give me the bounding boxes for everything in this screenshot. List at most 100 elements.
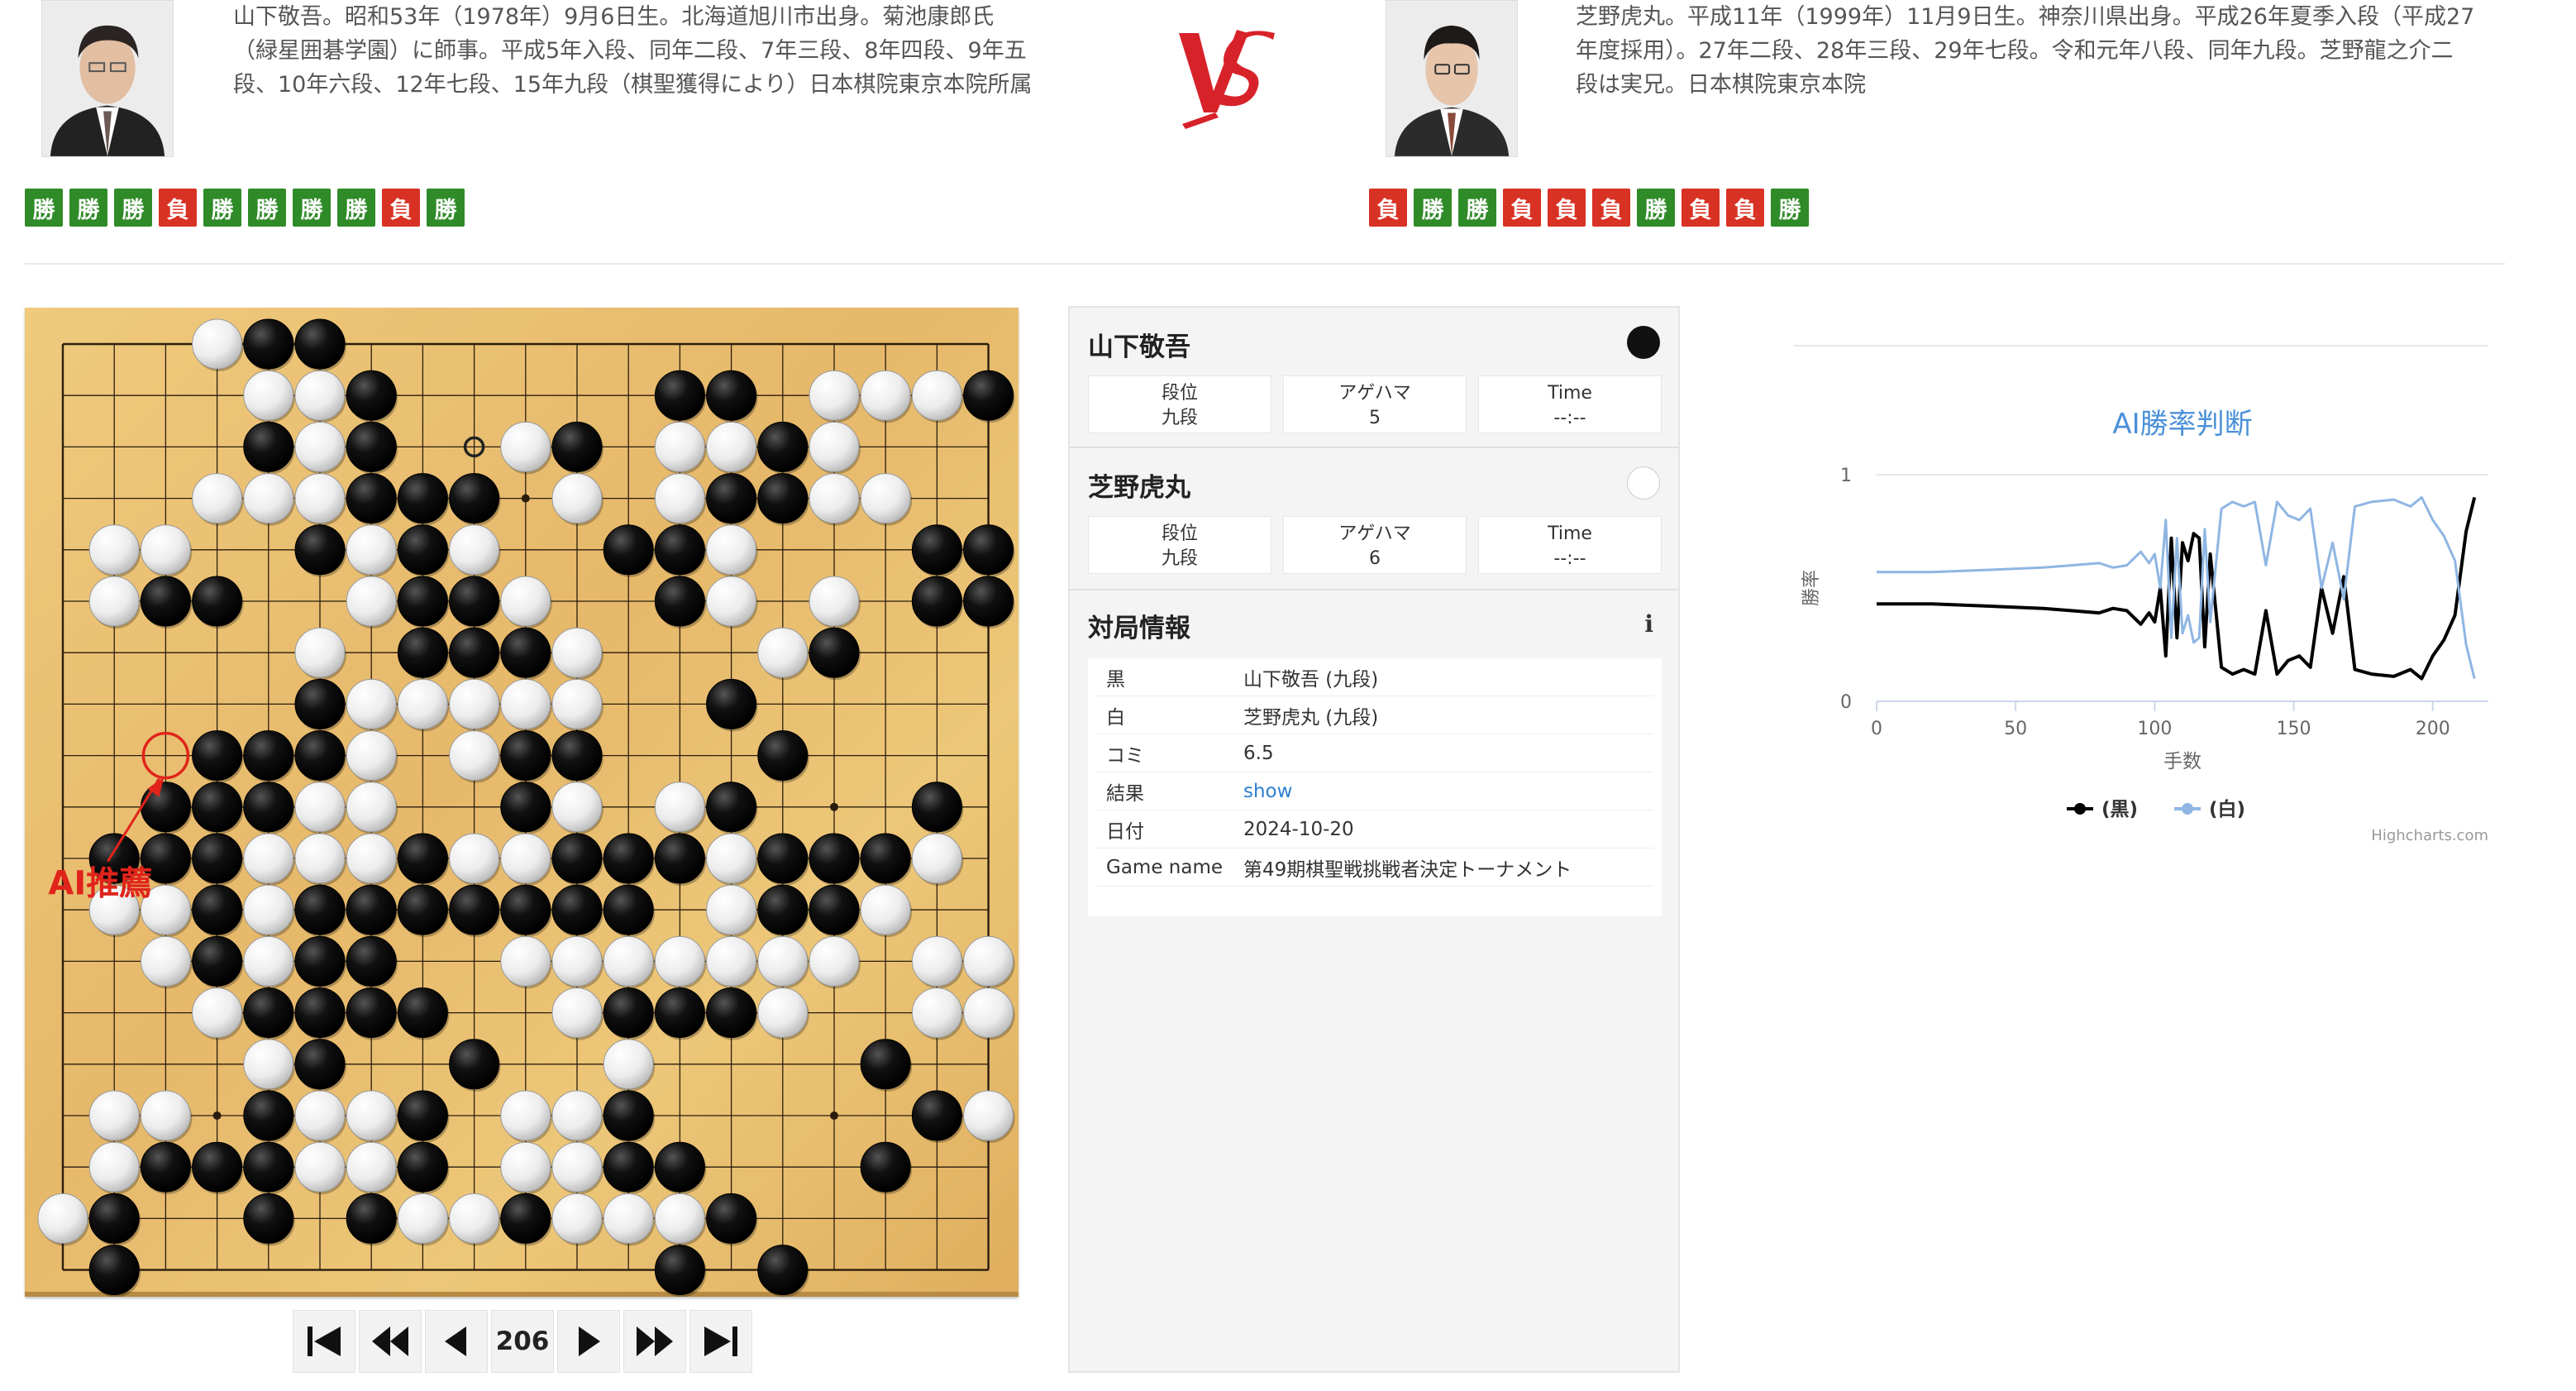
black-stone xyxy=(397,1141,448,1193)
white-stone xyxy=(809,473,860,524)
black-stone xyxy=(243,730,294,782)
white-stone xyxy=(654,782,705,833)
black-stone xyxy=(192,782,243,833)
white-stone xyxy=(809,935,860,987)
white-stone xyxy=(860,884,911,935)
black-stone xyxy=(860,833,911,884)
black-stone xyxy=(294,730,346,782)
next-icon xyxy=(579,1326,600,1356)
white-stone xyxy=(88,576,140,627)
black-stone xyxy=(294,318,346,370)
white-stone xyxy=(37,1193,88,1244)
white-stone xyxy=(346,730,397,782)
white-stone xyxy=(346,678,397,729)
black-stone xyxy=(397,576,448,627)
prev-icon xyxy=(445,1326,466,1356)
first-icon xyxy=(308,1326,341,1356)
black-stone xyxy=(654,370,705,421)
black-stone xyxy=(243,987,294,1039)
white-stone xyxy=(294,782,346,833)
white-stone xyxy=(551,678,603,729)
black-stone xyxy=(88,1193,140,1244)
black-stone xyxy=(757,730,809,782)
white-stone xyxy=(860,473,911,524)
white-stone xyxy=(88,1090,140,1141)
white-stone xyxy=(911,935,962,987)
white-stone-icon xyxy=(1627,466,1660,500)
black-stone xyxy=(603,1141,654,1193)
chart-canvas: AI勝率判断 0 1 0 50 100 150 200 手数 勝率 (黒) (白) Highcharts… xyxy=(1794,345,2488,844)
game-info-table: 黒山下敬吾 (九段) 白芝野虎丸 (九段) コミ 6.5 結果 show 日付 202… xyxy=(1088,658,1662,916)
win-rate-chart: AI勝率判断 0 1 0 50 100 150 200 手数 勝率 (黒) (白) Highcharts… xyxy=(1777,339,2505,868)
x-axis-label: 手数 xyxy=(2163,751,2202,772)
black-player-box: 山下敬吾 段位 九段 アゲハマ 5 Time --:-- xyxy=(1070,308,1678,448)
black-stone-icon xyxy=(1627,326,1660,359)
black-stone xyxy=(243,421,294,472)
legend-item[interactable]: (黒) xyxy=(2067,799,2138,820)
white-stone xyxy=(603,1193,654,1244)
star-point xyxy=(830,1111,838,1120)
white-stone xyxy=(757,987,809,1039)
black-stone xyxy=(346,987,397,1039)
black-stone xyxy=(449,627,500,678)
white-player-name: 芝野虎丸 xyxy=(1088,473,1190,503)
white-player-photo xyxy=(1386,0,1518,157)
white-stone xyxy=(500,678,551,729)
game-info-row: コミ 6.5 xyxy=(1096,734,1653,772)
record-badge: 勝 xyxy=(1771,189,1809,227)
black-stone xyxy=(603,987,654,1039)
white-stone xyxy=(294,627,346,678)
black-stone xyxy=(88,1245,140,1296)
black-stone xyxy=(654,1245,705,1296)
first-move-button[interactable] xyxy=(293,1310,355,1373)
last-move-button[interactable] xyxy=(689,1310,752,1373)
black-stone xyxy=(551,421,603,472)
x-tick-label: 0 xyxy=(1871,719,1882,739)
record-badge: 勝 xyxy=(1414,189,1452,227)
white-stone xyxy=(500,421,551,472)
rewind-button[interactable] xyxy=(359,1310,422,1373)
legend-label: (白) xyxy=(2209,798,2245,820)
game-info-title: 対局情報 xyxy=(1088,614,1190,643)
white-stone xyxy=(294,421,346,472)
white-stone xyxy=(551,1141,603,1193)
x-tick-label: 150 xyxy=(2277,719,2311,739)
fast-forward-button[interactable] xyxy=(623,1310,686,1373)
black-stone xyxy=(449,1039,500,1090)
result-show-link[interactable]: show xyxy=(1243,781,1292,802)
prev-move-button[interactable] xyxy=(425,1310,488,1373)
header-divider xyxy=(25,263,2505,265)
white-stone xyxy=(706,833,757,884)
black-stone xyxy=(294,678,346,729)
white-stone xyxy=(911,833,962,884)
white-stone xyxy=(449,833,500,884)
white-stone xyxy=(294,473,346,524)
record-badge: 勝 xyxy=(337,189,375,227)
black-stone xyxy=(654,524,705,576)
white-stone xyxy=(500,576,551,627)
game-info-row: Game name 第49期棋聖戦挑戦者決定トーナメント xyxy=(1096,848,1653,887)
black-stone xyxy=(243,318,294,370)
black-stone xyxy=(449,576,500,627)
black-stone xyxy=(757,884,809,935)
legend-item[interactable]: (白) xyxy=(2174,798,2245,820)
go-board[interactable]: AI推薦 xyxy=(25,308,1018,1297)
black-stone xyxy=(397,833,448,884)
white-stone xyxy=(346,782,397,833)
white-stone xyxy=(140,1090,191,1141)
board-canvas[interactable]: AI推薦 xyxy=(25,308,1018,1297)
black-stone xyxy=(706,473,757,524)
white-stone xyxy=(963,935,1014,987)
record-badge: 勝 xyxy=(427,189,465,227)
record-badge: 勝 xyxy=(1458,189,1496,227)
legend-label: (黒) xyxy=(2101,799,2138,820)
white-stone xyxy=(706,576,757,627)
black-stone xyxy=(192,833,243,884)
record-badge: 負 xyxy=(1592,189,1630,227)
next-move-button[interactable] xyxy=(557,1310,620,1373)
chart-credit[interactable]: Highcharts.com xyxy=(2371,827,2488,844)
info-icon[interactable]: i xyxy=(1644,610,1653,638)
black-player-name: 山下敬吾 xyxy=(1088,332,1190,362)
x-tick-label: 200 xyxy=(2416,719,2450,739)
record-badge: 勝 xyxy=(25,189,63,227)
